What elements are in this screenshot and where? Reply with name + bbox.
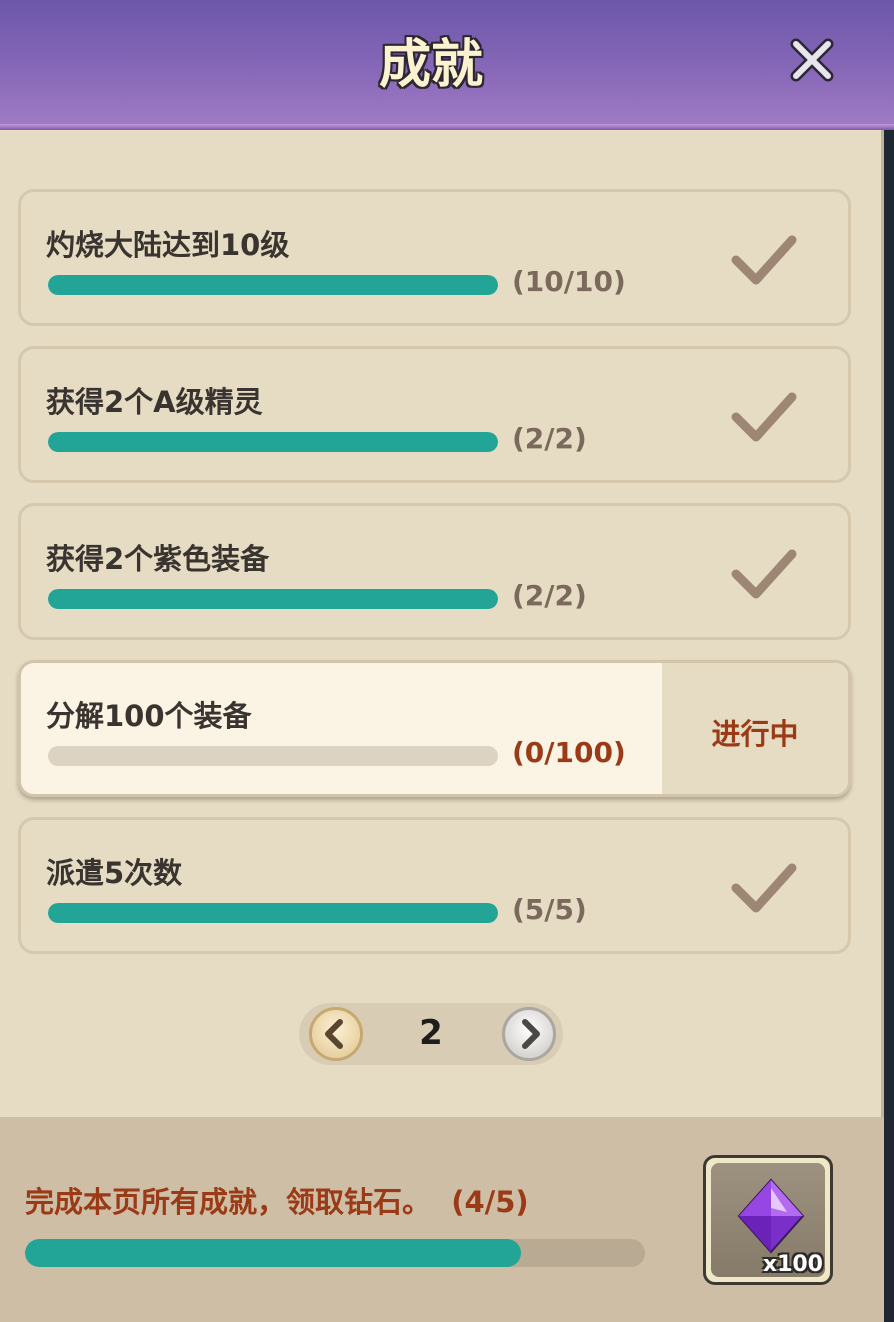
achievement-title: 获得2个紫色装备 xyxy=(46,542,270,576)
achievement-item: 灼烧大陆达到10级 (10/10) xyxy=(18,189,851,326)
achievement-progress-text: (2/2) xyxy=(512,422,587,455)
achievement-title: 获得2个A级精灵 xyxy=(46,385,263,419)
progress-fill xyxy=(48,275,498,295)
page-progress-bar xyxy=(25,1239,645,1267)
status-area: 进行中 xyxy=(662,663,848,794)
pagination: 2 xyxy=(299,1003,563,1065)
achievement-item: 获得2个紫色装备 (2/2) xyxy=(18,503,851,640)
checkmark-icon xyxy=(731,235,797,285)
next-page-button[interactable] xyxy=(502,1007,556,1061)
reward-quantity: x100 xyxy=(762,1252,823,1277)
achievement-progress-text: (5/5) xyxy=(512,893,587,926)
achievement-progress-bar xyxy=(48,589,498,609)
achievement-item: 派遣5次数 (5/5) xyxy=(18,817,851,954)
header-divider xyxy=(0,124,894,130)
achievement-progress-bar xyxy=(48,746,498,766)
page-progress-fill xyxy=(25,1239,521,1267)
achievement-title: 分解100个装备 xyxy=(46,699,252,733)
checkmark-icon xyxy=(731,863,797,913)
chevron-right-icon xyxy=(522,1019,540,1049)
progress-fill xyxy=(48,432,498,452)
status-in-progress-label: 进行中 xyxy=(711,717,799,751)
chevron-left-icon xyxy=(325,1019,343,1049)
achievement-item-active[interactable]: 分解100个装备 (0/100) 进行中 xyxy=(18,660,851,797)
page-title: 成就 xyxy=(378,35,483,95)
achievement-progress-bar xyxy=(48,903,498,923)
achievement-progress-bar xyxy=(48,275,498,295)
achievement-progress-text: (10/10) xyxy=(512,265,626,298)
progress-fill xyxy=(48,589,498,609)
header-bar: 成就 xyxy=(0,0,894,126)
achievement-progress-bar xyxy=(48,432,498,452)
achievement-title: 灼烧大陆达到10级 xyxy=(46,228,290,262)
claim-reward-button[interactable]: x100 xyxy=(703,1155,833,1285)
achievement-item: 获得2个A级精灵 (2/2) xyxy=(18,346,851,483)
close-icon xyxy=(790,38,834,82)
checkmark-icon xyxy=(731,392,797,442)
achievement-title: 派遣5次数 xyxy=(46,856,183,890)
achievement-progress-text: (0/100) xyxy=(512,736,626,769)
page-reward-text: 完成本页所有成就，领取钻石。 (4/5) xyxy=(25,1185,529,1219)
progress-fill xyxy=(48,903,498,923)
reward-slot: x100 xyxy=(711,1163,825,1277)
page-number: 2 xyxy=(419,1013,443,1053)
checkmark-icon xyxy=(731,549,797,599)
close-button[interactable] xyxy=(782,30,842,90)
prev-page-button[interactable] xyxy=(309,1007,363,1061)
achievement-progress-text: (2/2) xyxy=(512,579,587,612)
purple-diamond-icon xyxy=(737,1178,805,1254)
footer-panel: 完成本页所有成就，领取钻石。 (4/5) x100 xyxy=(0,1117,884,1322)
